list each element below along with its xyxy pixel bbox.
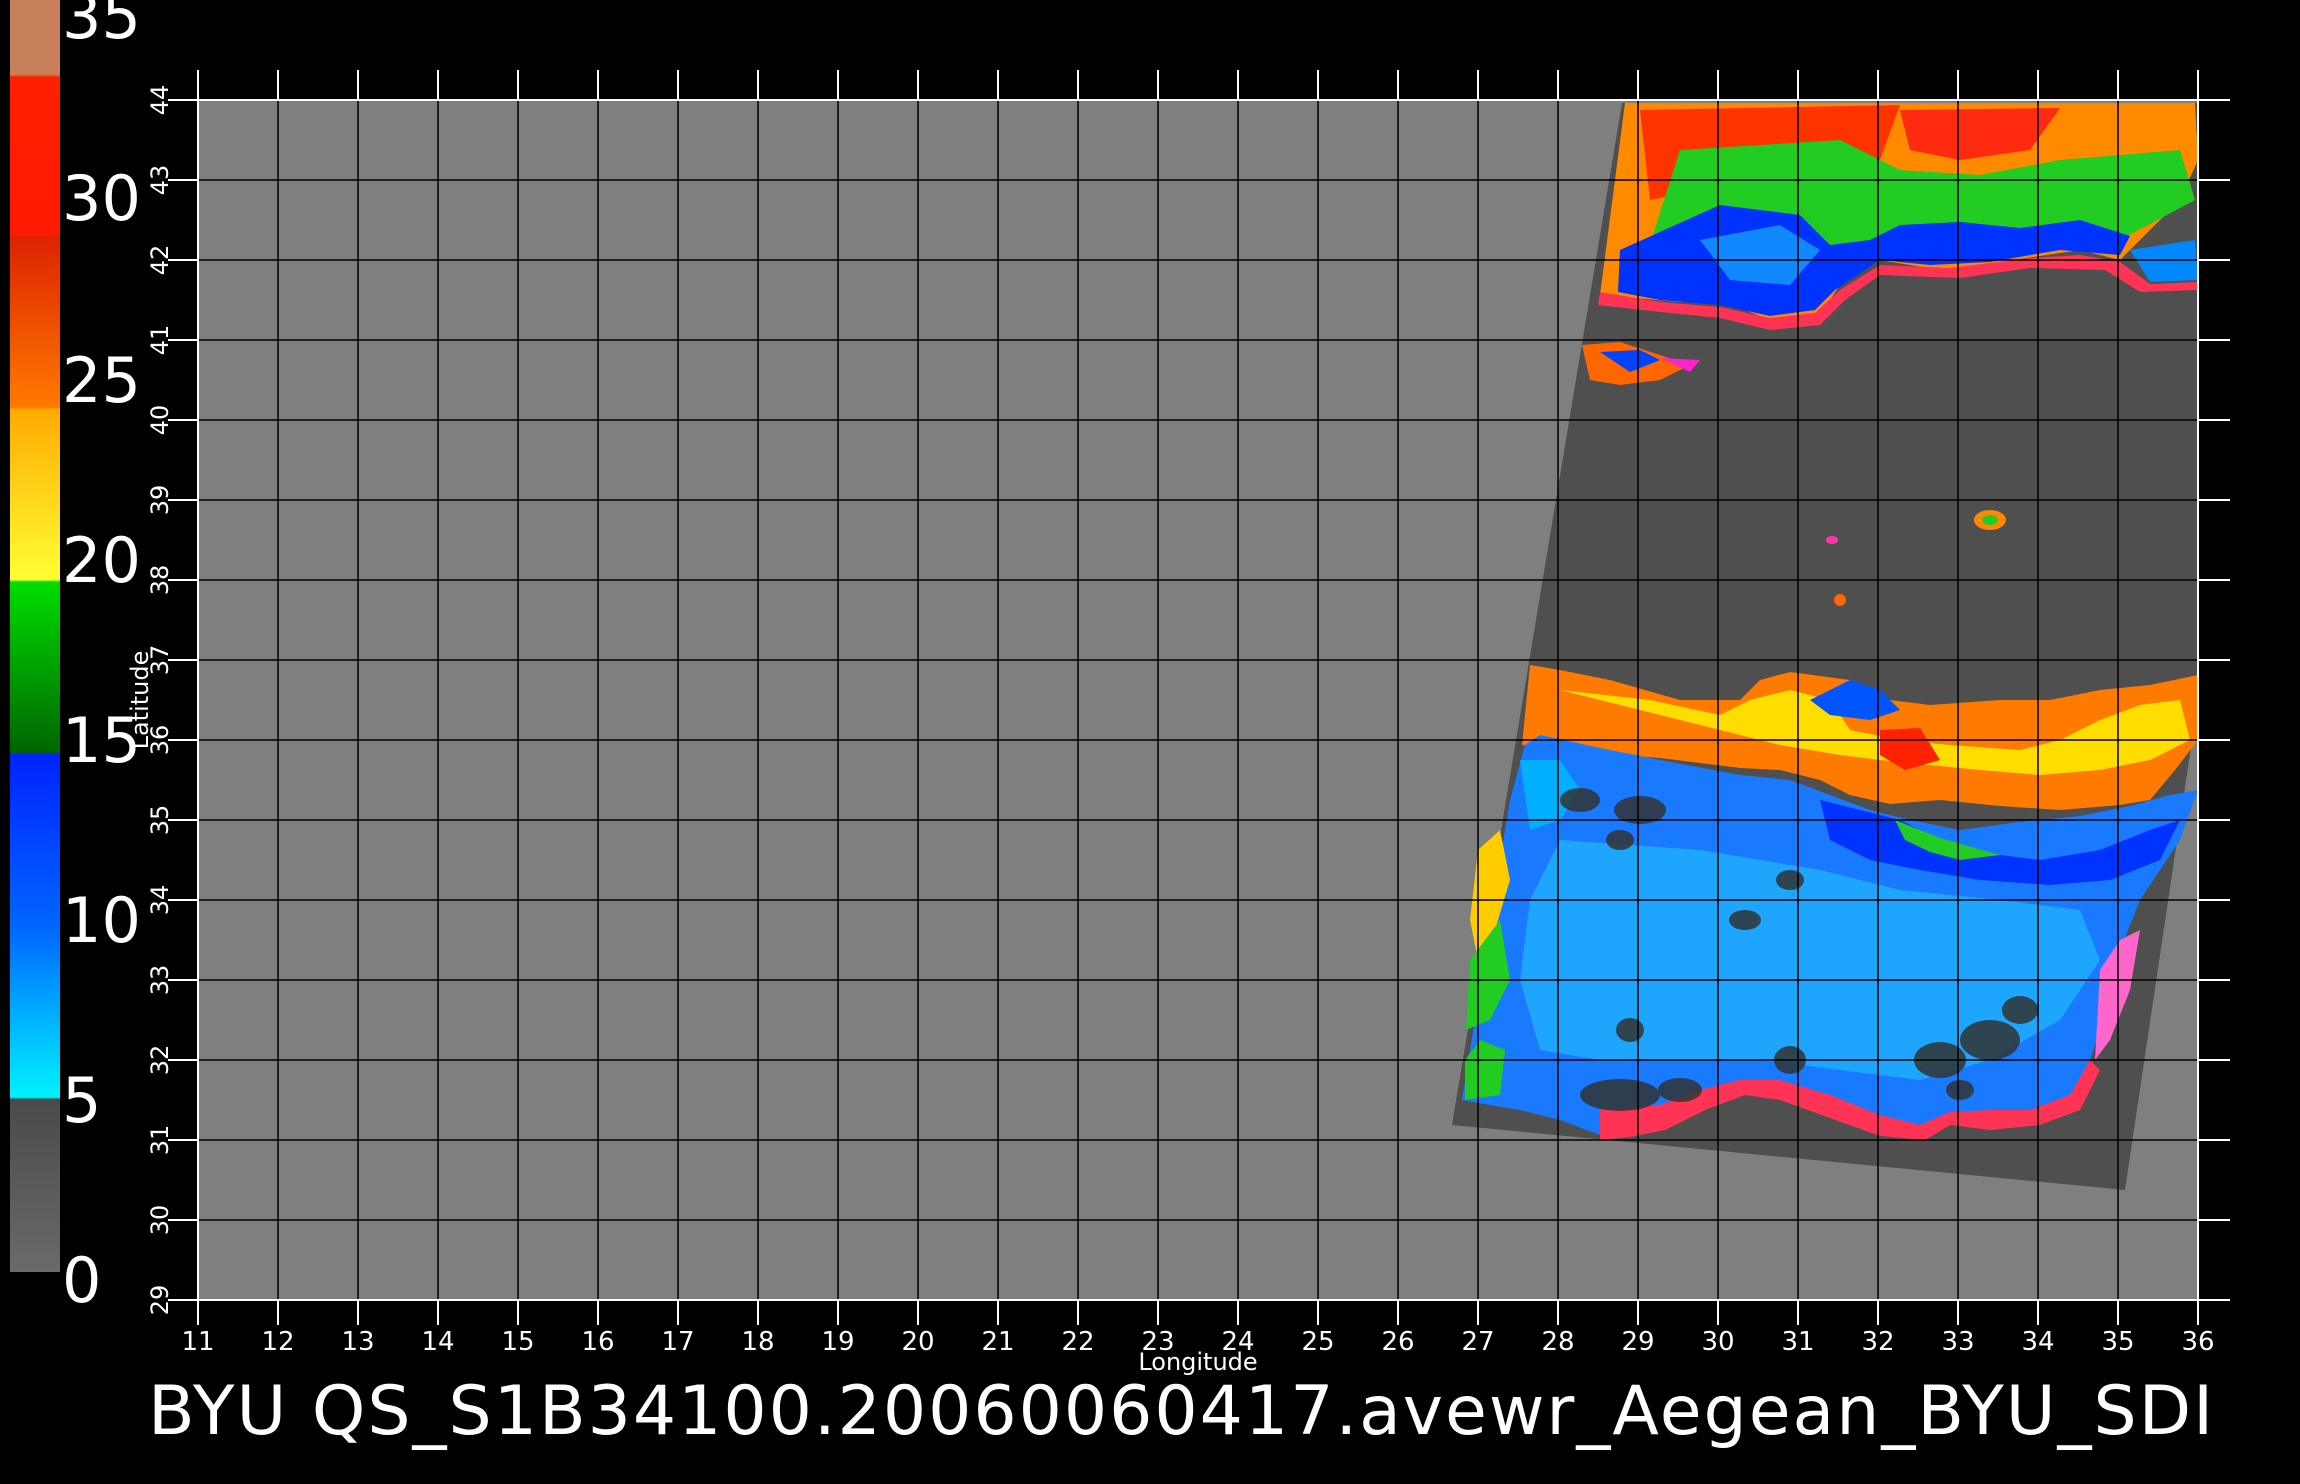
- lon-tick-label: 11: [181, 1327, 214, 1357]
- lon-tick-label: 14: [421, 1327, 454, 1357]
- wind-speed-map: 11 12 13 14 15 16 17 18 19 20 21 22 23 24 25 26 27 28 29 30…: [10, 0, 2230, 1376]
- colorbar-label-15: 15: [62, 704, 141, 777]
- lon-tick-label: 31: [1781, 1327, 1814, 1357]
- lon-tick-label: 19: [821, 1327, 854, 1357]
- colorbar-label-30: 30: [62, 162, 141, 235]
- lat-tick-label: 32: [146, 1045, 174, 1076]
- image-title: BYU QS_S1B34100.20060060417.avewr_Aegean…: [148, 1372, 2216, 1451]
- lon-tick-label: 17: [661, 1327, 694, 1357]
- lat-tick-label: 35: [146, 805, 174, 836]
- lon-tick-label: 36: [2181, 1327, 2214, 1357]
- lat-tick-label: 29: [146, 1285, 174, 1316]
- lon-tick-label: 16: [581, 1327, 614, 1357]
- lat-tick-label: 39: [146, 485, 174, 516]
- lat-tick-label: 44: [146, 85, 174, 116]
- lon-tick-label: 22: [1061, 1327, 1094, 1357]
- colorbar-label-35: 35: [62, 0, 141, 53]
- colorbar-label-25: 25: [62, 344, 141, 417]
- lon-tick-label: 27: [1461, 1327, 1494, 1357]
- lon-tick-label: 33: [1941, 1327, 1974, 1357]
- lon-tick-label: 32: [1861, 1327, 1894, 1357]
- wind-field-mediterranean: [1462, 665, 2198, 1140]
- lon-tick-label: 20: [901, 1327, 934, 1357]
- lon-tick-label: 30: [1701, 1327, 1734, 1357]
- lon-tick-label: 15: [501, 1327, 534, 1357]
- lat-tick-label: 43: [146, 165, 174, 196]
- lon-tick-label: 13: [341, 1327, 374, 1357]
- lat-tick-label: 38: [146, 565, 174, 596]
- colorbar-label-5: 5: [62, 1064, 102, 1137]
- lat-tick-label: 34: [146, 885, 174, 916]
- lon-tick-label: 34: [2021, 1327, 2054, 1357]
- colorbar-label-20: 20: [62, 524, 141, 597]
- lon-tick-label: 26: [1381, 1327, 1414, 1357]
- lon-tick-label: 28: [1541, 1327, 1574, 1357]
- lat-tick-label: 30: [146, 1205, 174, 1236]
- colorbar-top-swatch: [10, 0, 60, 40]
- lon-tick-label: 12: [261, 1327, 294, 1357]
- lon-tick-label: 25: [1301, 1327, 1334, 1357]
- lon-tick-label: 29: [1621, 1327, 1654, 1357]
- colorbar-label-10: 10: [62, 884, 141, 957]
- lat-tick-label: 42: [146, 245, 174, 276]
- lon-tick-label: 21: [981, 1327, 1014, 1357]
- colorbar-label-0: 0: [62, 1244, 102, 1317]
- colorbar: [10, 40, 60, 1272]
- lat-tick-label: 41: [146, 325, 174, 356]
- lat-tick-label: 33: [146, 965, 174, 996]
- lon-tick-label: 35: [2101, 1327, 2134, 1357]
- lat-tick-label: 40: [146, 405, 174, 436]
- lat-tick-label: 31: [146, 1125, 174, 1156]
- lon-tick-label: 18: [741, 1327, 774, 1357]
